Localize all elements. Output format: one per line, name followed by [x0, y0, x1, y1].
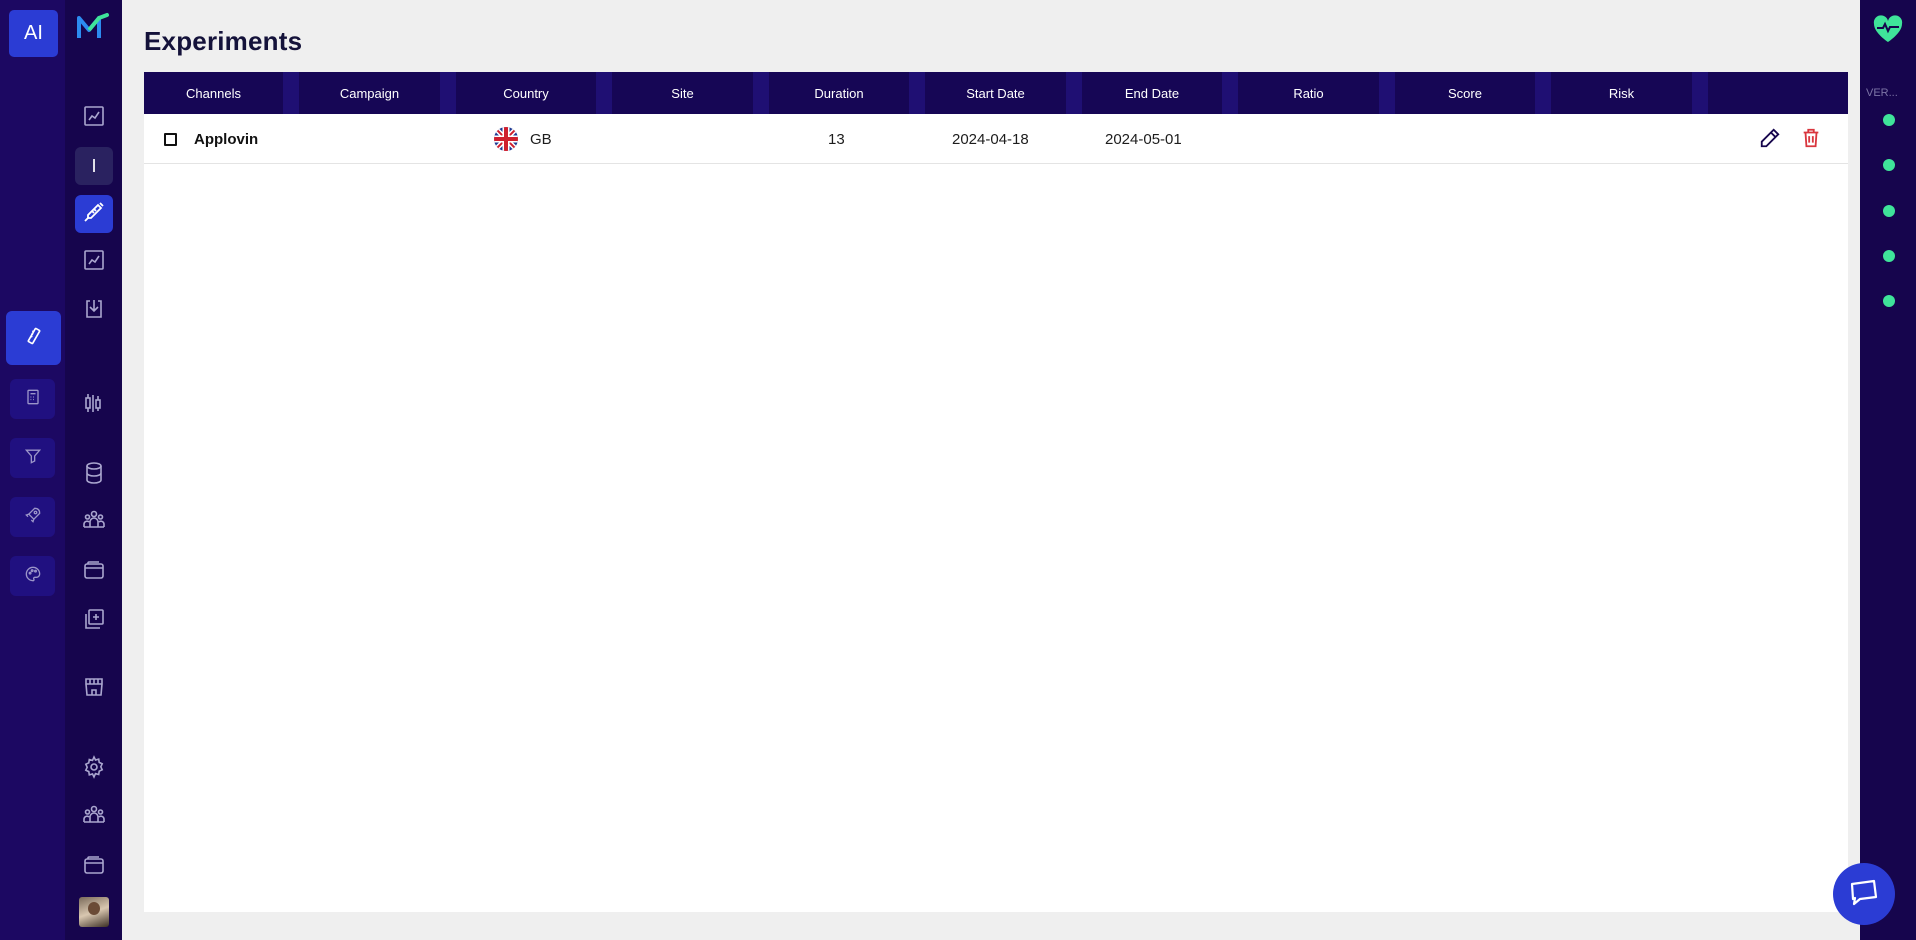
brand-logo	[77, 13, 109, 38]
delete-button[interactable]	[1799, 128, 1823, 152]
column-header-end-date[interactable]: End Date	[1082, 72, 1222, 114]
experiments-button[interactable]	[75, 195, 113, 233]
store-icon	[82, 675, 106, 704]
team-button[interactable]	[75, 502, 113, 540]
rocket-button[interactable]	[10, 497, 55, 537]
column-header-channels[interactable]: Channels	[144, 72, 283, 114]
syringe-icon	[82, 200, 106, 229]
column-resize-handle[interactable]	[1222, 72, 1238, 114]
column-resize-handle[interactable]	[440, 72, 456, 114]
column-resize-handle[interactable]	[909, 72, 925, 114]
add-copy-button[interactable]	[75, 602, 113, 640]
wallet-button[interactable]	[75, 553, 113, 591]
ruler-button[interactable]	[6, 311, 61, 365]
column-resize-handle[interactable]	[1066, 72, 1082, 114]
column-header-duration[interactable]: Duration	[769, 72, 909, 114]
avatar[interactable]	[79, 897, 109, 927]
country-cell: GB	[494, 114, 552, 164]
table-row[interactable]: Applovin GB 13 2024-04-18 2024-05-01	[144, 114, 1848, 164]
analytics-button[interactable]	[75, 99, 113, 137]
funnel-icon	[23, 446, 43, 471]
version-label: VER...	[1866, 87, 1898, 99]
column-header-risk[interactable]: Risk	[1551, 72, 1692, 114]
palette-button[interactable]	[10, 556, 55, 596]
funnel-button[interactable]	[10, 438, 55, 478]
column-header-score[interactable]: Score	[1395, 72, 1535, 114]
uk-flag-icon	[494, 127, 518, 151]
channel-cell: Applovin	[194, 130, 259, 148]
team-icon	[82, 507, 106, 536]
candlestick-button[interactable]	[75, 386, 113, 424]
start-date-cell: 2024-04-18	[952, 130, 1029, 148]
download-icon	[82, 297, 106, 326]
calculator-icon	[23, 387, 43, 412]
column-header-start-date[interactable]: Start Date	[925, 72, 1066, 114]
main-content: Experiments Channels Campaign Country Si…	[122, 0, 1860, 940]
status-dot	[1883, 250, 1895, 262]
column-header-ratio[interactable]: Ratio	[1238, 72, 1379, 114]
edit-icon	[1759, 127, 1781, 154]
wallet-button[interactable]	[75, 848, 113, 886]
add-copy-icon	[82, 607, 106, 636]
experiments-table: Channels Campaign Country Site Duration …	[144, 72, 1848, 912]
status-dot	[1883, 295, 1895, 307]
ruler-icon	[24, 326, 44, 351]
health-heart-icon	[1873, 15, 1903, 42]
page-title: Experiments	[144, 26, 303, 56]
download-button[interactable]	[75, 292, 113, 330]
primary-rail: AI	[0, 0, 65, 940]
column-resize-handle[interactable]	[753, 72, 769, 114]
column-resize-handle[interactable]	[1535, 72, 1551, 114]
ai-button[interactable]: AI	[9, 10, 58, 57]
palette-icon	[23, 564, 43, 589]
column-header-campaign[interactable]: Campaign	[299, 72, 440, 114]
trash-icon	[1800, 127, 1822, 154]
chart-icon	[82, 248, 106, 277]
status-dot	[1883, 205, 1895, 217]
letter-i: I	[91, 155, 97, 176]
table-header: Channels Campaign Country Site Duration …	[144, 72, 1848, 114]
settings-button[interactable]	[75, 750, 113, 788]
letter-i-button[interactable]: I	[75, 147, 113, 185]
gear-icon	[82, 754, 106, 784]
wallet-icon	[82, 853, 106, 882]
status-rail: VER...	[1860, 0, 1916, 940]
database-button[interactable]	[75, 456, 113, 494]
team-button[interactable]	[75, 797, 113, 835]
column-resize-handle[interactable]	[596, 72, 612, 114]
chart-icon	[82, 104, 106, 133]
country-code: GB	[530, 130, 552, 148]
secondary-rail: I	[65, 0, 122, 940]
chat-button[interactable]	[1833, 863, 1895, 925]
chat-icon	[1848, 876, 1880, 913]
duration-cell: 13	[828, 130, 845, 148]
status-dot	[1883, 159, 1895, 171]
column-header-country[interactable]: Country	[456, 72, 596, 114]
status-dot	[1883, 114, 1895, 126]
column-resize-handle[interactable]	[283, 72, 299, 114]
row-checkbox[interactable]	[164, 133, 177, 146]
column-header-site[interactable]: Site	[612, 72, 753, 114]
store-button[interactable]	[75, 670, 113, 708]
column-resize-handle[interactable]	[1692, 72, 1708, 114]
edit-button[interactable]	[1758, 127, 1782, 154]
reports-button[interactable]	[75, 243, 113, 281]
rocket-icon	[23, 505, 43, 530]
end-date-cell: 2024-05-01	[1105, 130, 1182, 148]
wallet-icon	[82, 558, 106, 587]
database-icon	[82, 461, 106, 490]
candlestick-icon	[82, 391, 106, 420]
team-icon	[82, 802, 106, 831]
column-resize-handle[interactable]	[1379, 72, 1395, 114]
calculator-button[interactable]	[10, 379, 55, 419]
